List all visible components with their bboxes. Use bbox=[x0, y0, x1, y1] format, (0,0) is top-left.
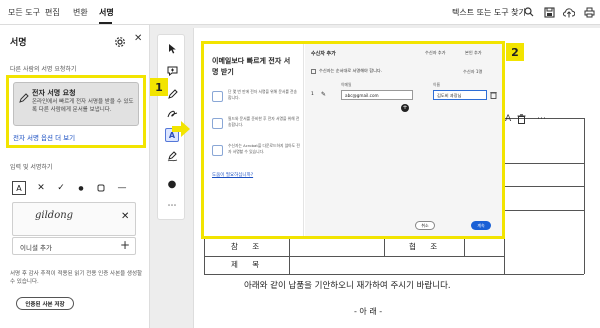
callout-number-1: 1 bbox=[150, 78, 168, 96]
table-line bbox=[384, 238, 385, 256]
help-link[interactable]: 도움이 필요하십니까? bbox=[212, 172, 253, 178]
send-for-signature-dialog: 이메일보다 빠르게 전자 서명 받기 단 몇 번 만에 전자 서명을 위해 문서… bbox=[201, 41, 505, 239]
yellow-arrow-icon bbox=[170, 118, 192, 140]
save-certified-copy-button[interactable]: 인증된 사본 저장 bbox=[16, 297, 74, 310]
sign-in-order-option[interactable]: 수신자는 순서대로 서명해야 합니다. bbox=[311, 68, 382, 74]
table-line bbox=[504, 274, 584, 275]
add-initial-label: 이니셜 추가 bbox=[20, 244, 52, 252]
dialog-info-title: 이메일보다 빠르게 전자 서명 받기 bbox=[212, 57, 291, 76]
sign-in-order-checkbox[interactable] bbox=[311, 68, 316, 74]
menu-sign[interactable]: 서명 bbox=[99, 7, 114, 18]
menu-edit[interactable]: 편집 bbox=[45, 7, 60, 18]
add-recipient-link[interactable]: 수신자 추가 bbox=[425, 50, 446, 56]
sign-panel: 서명 ✕ 다른 사람의 서명 요청하기 전자 서명 요청 온라인에서 빠르게 전… bbox=[0, 25, 150, 328]
highlight-frame-request: 전자 서명 요청 온라인에서 빠르게 전자 서명을 받을 수 있도록 다른 사람… bbox=[6, 75, 146, 148]
text-tool-icon[interactable]: A bbox=[12, 181, 26, 195]
comment-icon[interactable] bbox=[165, 64, 179, 78]
signature-pen-icon[interactable] bbox=[165, 149, 179, 163]
add-recipient-plus-icon[interactable]: + bbox=[401, 104, 409, 112]
save-icon[interactable] bbox=[542, 5, 556, 19]
saved-signature: gildong bbox=[35, 210, 74, 221]
trash-icon[interactable] bbox=[517, 114, 526, 127]
more-options-icon[interactable]: ⋯ bbox=[165, 199, 179, 213]
callout-number-2: 2 bbox=[506, 43, 524, 61]
menu-all-tools[interactable]: 모든 도구 bbox=[8, 7, 40, 18]
feature-item: 수신자는 Acrobat을 다운로드하지 않아도 전자 서명할 수 있습니다. bbox=[212, 143, 300, 165]
role-pen-icon[interactable]: ✎ bbox=[321, 91, 326, 98]
self-sign-section-label: 입력 및 서명하기 bbox=[10, 164, 53, 171]
add-recipients-header: 수신자 추가 bbox=[311, 51, 336, 57]
table-line bbox=[464, 238, 465, 256]
request-section-label: 다른 사람의 서명 요청하기 bbox=[10, 66, 77, 73]
dot-icon[interactable]: ● bbox=[76, 181, 86, 195]
line-icon[interactable]: — bbox=[116, 181, 128, 195]
search-icon[interactable] bbox=[522, 5, 536, 19]
request-esign-card[interactable]: 전자 서명 요청 온라인에서 빠르게 전자 서명을 받을 수 있도록 다른 사람… bbox=[13, 82, 139, 126]
top-menu-bar: 모든 도구 편집 변환 서명 텍스트 또는 도구 찾기 bbox=[0, 0, 600, 25]
feature-item: 단 몇 번 만에 전자 서명을 위해 문서를 전송합니다. bbox=[212, 89, 300, 111]
rectangle-icon[interactable] bbox=[96, 181, 106, 195]
document-footer-text: - 아 래 - bbox=[354, 307, 383, 316]
dialog-info-panel: 이메일보다 빠르게 전자 서명 받기 단 몇 번 만에 전자 서명을 위해 문서… bbox=[204, 44, 304, 236]
color-dot-icon[interactable]: ● bbox=[165, 177, 179, 191]
name-label: 이름 bbox=[433, 82, 440, 87]
document-body-text: 아래와 같이 납품을 기안하오니 재가하여 주시기 바랍니다. bbox=[244, 281, 451, 291]
table-line bbox=[504, 210, 584, 211]
table-line bbox=[289, 238, 290, 274]
cross-mark-icon[interactable]: ✕ bbox=[36, 181, 46, 195]
cursor-icon[interactable] bbox=[165, 41, 179, 55]
certified-copy-note: 서명 후 감사 추적이 적용된 읽기 전용 인증 사본을 생성할 수 있습니다. bbox=[10, 271, 143, 285]
row-label-subject: 제 목 bbox=[231, 260, 266, 269]
row-label-cooperation: 협 조 bbox=[409, 242, 444, 251]
plus-icon[interactable]: + bbox=[120, 238, 130, 252]
upload-cloud-icon[interactable] bbox=[562, 5, 576, 19]
close-icon[interactable]: ✕ bbox=[134, 33, 142, 44]
continue-button[interactable]: 계속 bbox=[471, 221, 491, 230]
add-recipients-panel: 수신자 추가 수신자 추가 본인 추가 수신자는 순서대로 서명해야 합니다. … bbox=[305, 44, 502, 236]
send-doc-icon bbox=[212, 91, 223, 102]
row-label-reference: 참 조 bbox=[231, 242, 266, 251]
fill-sign-tool-row: A ✕ ✓ ● — bbox=[12, 181, 132, 195]
email-field[interactable]: abc@gmail.com bbox=[341, 90, 413, 100]
active-tab-indicator bbox=[99, 22, 112, 24]
remove-recipient-icon[interactable] bbox=[490, 91, 497, 101]
recipient-number: 1 bbox=[311, 92, 314, 97]
table-line bbox=[504, 186, 584, 187]
delete-signature-icon[interactable]: ✕ bbox=[121, 211, 129, 222]
bold-a-icon[interactable]: A bbox=[505, 114, 511, 124]
recipient-sign-icon bbox=[212, 145, 223, 156]
pen-icon bbox=[19, 88, 29, 103]
feature-text: 수신자는 Acrobat을 다운로드하지 않아도 전자 서명할 수 있습니다. bbox=[228, 143, 300, 154]
name-field[interactable]: 김도비 과장님 bbox=[433, 90, 487, 100]
table-line bbox=[204, 274, 504, 275]
request-card-title: 전자 서명 요청 bbox=[32, 89, 76, 97]
recipient-count: 수신자 1명 bbox=[463, 69, 483, 74]
menu-convert[interactable]: 변환 bbox=[73, 7, 88, 18]
saved-signature-box[interactable]: gildong ✕ bbox=[12, 202, 136, 236]
feature-text: 단 몇 번 만에 전자 서명을 위해 문서를 전송합니다. bbox=[228, 89, 298, 100]
add-myself-link[interactable]: 본인 추가 bbox=[465, 50, 482, 56]
sign-in-order-label: 수신자는 순서대로 서명해야 합니다. bbox=[319, 68, 383, 73]
table-line bbox=[204, 238, 205, 274]
feature-item: 필드와 문서를 준비한 후 전자 서명을 위해 전송합니다. bbox=[212, 116, 300, 138]
email-label: 이메일 bbox=[341, 82, 352, 87]
table-line bbox=[504, 163, 584, 164]
add-initial-box[interactable]: 이니셜 추가 + bbox=[12, 237, 136, 255]
check-mark-icon[interactable]: ✓ bbox=[56, 181, 66, 195]
feature-text: 필드와 문서를 준비한 후 전자 서명을 위해 전송합니다. bbox=[228, 116, 300, 127]
table-line bbox=[584, 118, 585, 274]
print-icon[interactable] bbox=[582, 5, 596, 19]
gear-icon[interactable] bbox=[114, 33, 126, 47]
prepare-fields-icon bbox=[212, 118, 223, 129]
more-icon[interactable]: ⋯ bbox=[537, 114, 546, 124]
search-tools-label[interactable]: 텍스트 또는 도구 찾기 bbox=[452, 7, 526, 18]
table-line bbox=[204, 256, 504, 257]
more-esign-options-link[interactable]: 전자 서명 옵션 더 보기 bbox=[13, 132, 75, 142]
panel-title: 서명 bbox=[10, 38, 27, 48]
request-card-description: 온라인에서 빠르게 전자 서명을 받을 수 있도록 다른 사람에게 문서를 보냅… bbox=[32, 99, 134, 113]
cancel-button[interactable]: 취소 bbox=[415, 221, 435, 230]
